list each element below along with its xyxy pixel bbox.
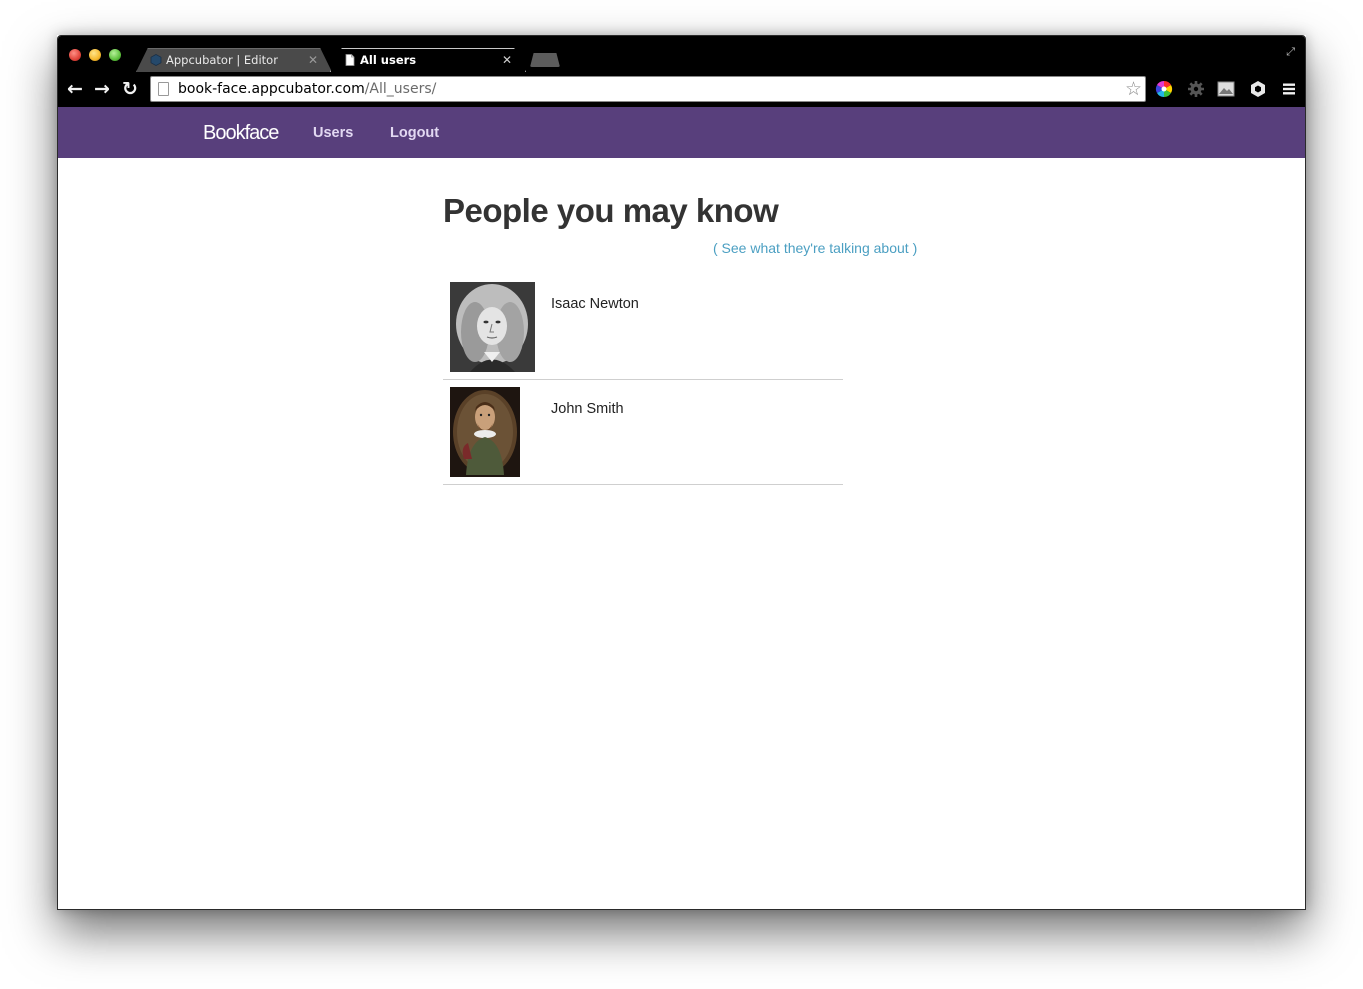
bookmark-star-icon[interactable]: ☆ <box>1125 78 1142 100</box>
appcubator-favicon-icon <box>150 54 162 66</box>
tab-close-icon[interactable]: ✕ <box>502 53 512 67</box>
url-host: book-face.appcubator.com <box>178 81 365 97</box>
main-content: People you may know ( See what they're t… <box>443 192 943 485</box>
see-talking-link[interactable]: ( See what they're talking about ) <box>713 240 917 256</box>
back-arrow-icon[interactable]: ← <box>64 78 86 100</box>
page-icon <box>345 54 355 66</box>
nav-logout-link[interactable]: Logout <box>390 125 439 141</box>
gear-icon[interactable] <box>1187 80 1205 98</box>
tab-title: All users <box>360 53 417 67</box>
list-item: Isaac Newton <box>443 275 843 380</box>
list-item: John Smith <box>443 380 843 485</box>
menu-icon[interactable] <box>1280 80 1298 98</box>
tab-close-icon[interactable]: ✕ <box>308 53 318 67</box>
url-path: /All_users/ <box>364 81 437 97</box>
address-bar[interactable]: book-face.appcubator.com/All_users/ ☆ <box>150 76 1146 102</box>
newton-portrait[interactable] <box>450 282 535 372</box>
reload-icon[interactable]: ↻ <box>119 78 141 100</box>
image-icon[interactable] <box>1217 80 1235 98</box>
tab-title: Appcubator | Editor <box>166 53 278 67</box>
color-wheel-icon[interactable] <box>1155 80 1173 98</box>
smith-portrait[interactable] <box>450 387 520 477</box>
zoom-window-button[interactable] <box>109 49 121 61</box>
tab-all-users[interactable]: All users ✕ <box>330 48 526 72</box>
user-name[interactable]: John Smith <box>551 401 624 417</box>
tab-appcubator-editor[interactable]: Appcubator | Editor ✕ <box>136 48 332 72</box>
browser-window: Appcubator | Editor ✕ All users ✕ ⤢ ← → … <box>57 35 1306 910</box>
new-tab-button[interactable] <box>530 53 560 67</box>
close-window-button[interactable] <box>69 49 81 61</box>
nav-users-link[interactable]: Users <box>313 125 353 141</box>
minimize-window-button[interactable] <box>89 49 101 61</box>
hexagon-icon[interactable] <box>1249 80 1267 98</box>
user-name[interactable]: Isaac Newton <box>551 296 639 312</box>
page-viewport: Bookface Users Logout People you may kno… <box>58 107 1305 909</box>
user-list: Isaac Newton John Smith <box>443 275 843 485</box>
page-title: People you may know <box>443 192 779 229</box>
app-navbar: Bookface Users Logout <box>58 107 1305 158</box>
page-icon <box>158 82 169 96</box>
tab-strip: Appcubator | Editor ✕ All users ✕ ⤢ <box>58 36 1305 72</box>
url-text[interactable]: book-face.appcubator.com/All_users/ <box>178 81 436 97</box>
forward-arrow-icon[interactable]: → <box>91 78 113 100</box>
browser-toolbar: ← → ↻ book-face.appcubator.com/All_users… <box>58 72 1305 107</box>
fullscreen-icon[interactable]: ⤢ <box>1286 46 1295 59</box>
brand-logo[interactable]: Bookface <box>203 122 279 145</box>
